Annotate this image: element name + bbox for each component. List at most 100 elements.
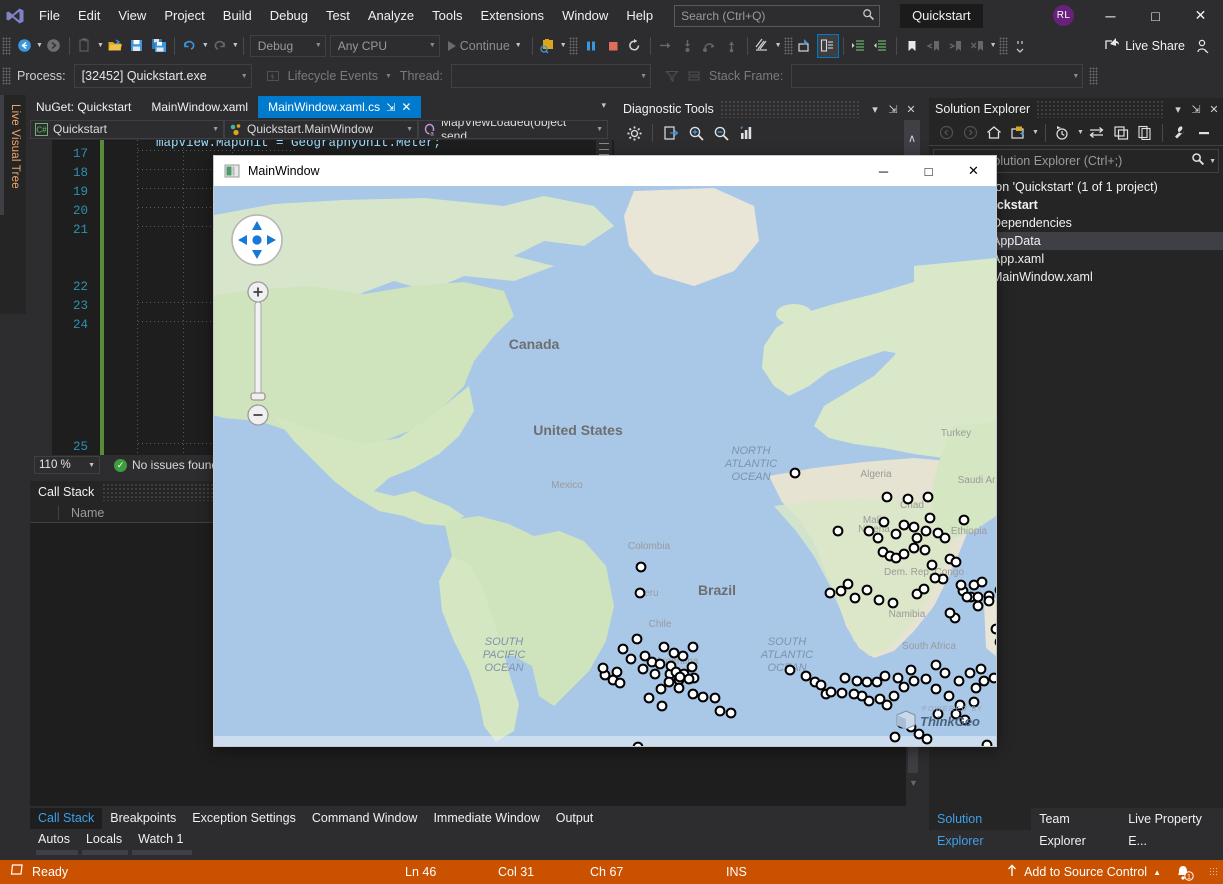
map-marker[interactable] [658,702,667,711]
map-marker[interactable] [844,580,853,589]
pan-compass-icon[interactable] [230,213,284,267]
menu-item-tools[interactable]: Tools [423,0,471,31]
map-marker[interactable] [894,674,903,683]
bookmark-icon[interactable] [901,34,923,58]
chevron-up-icon[interactable]: ▲ [1153,868,1161,877]
notifications-button[interactable]: 1 [1173,863,1195,881]
map-marker[interactable] [920,585,929,594]
map-marker[interactable] [826,589,835,598]
editor-zoom-select[interactable]: 110 % ▼ [34,456,100,474]
map-marker[interactable] [955,677,964,686]
map-marker[interactable] [978,578,987,587]
sync-with-active-document-icon[interactable] [1086,121,1108,145]
pending-changes-icon[interactable] [1007,121,1029,145]
map-marker[interactable] [786,666,795,675]
navbar-type-select[interactable]: Quickstart.MainWindow ▼ [224,120,418,139]
map-marker[interactable] [665,678,674,687]
menu-item-edit[interactable]: Edit [69,0,109,31]
redo-dropdown[interactable]: ▼ [232,42,239,49]
map-marker[interactable] [922,527,931,536]
menu-item-window[interactable]: Window [553,0,617,31]
menu-item-build[interactable]: Build [214,0,261,31]
tab-breakpoints[interactable]: Breakpoints [102,808,184,829]
map-marker[interactable] [926,514,935,523]
main-window-close-button[interactable]: ✕ [951,156,996,186]
continue-dropdown[interactable]: ▼ [515,42,522,49]
map-marker[interactable] [863,586,872,595]
map-marker[interactable] [960,516,969,525]
map-marker[interactable] [627,655,636,664]
build-platform-select[interactable]: Any CPU ▼ [330,35,440,57]
restart-icon[interactable] [624,34,646,58]
map-marker[interactable] [921,546,930,555]
map-marker[interactable] [791,469,800,478]
map-marker[interactable] [817,681,826,690]
map-marker[interactable] [931,574,940,583]
close-button[interactable]: ✕ [1178,0,1223,31]
scroll-down-icon[interactable]: ▼ [909,778,918,788]
map-marker[interactable] [922,675,931,684]
pause-icon[interactable] [580,34,602,58]
map-marker[interactable] [616,679,625,688]
gear-icon[interactable] [623,121,645,145]
map-marker[interactable] [874,534,883,543]
stack-frame-select[interactable]: ▼ [791,64,1083,88]
redo-icon[interactable] [209,34,231,58]
tab-autos[interactable]: Autos [30,829,78,850]
map-marker[interactable] [689,643,698,652]
filter-icon[interactable] [661,64,683,88]
map-marker[interactable] [675,684,684,693]
select-chart-icon[interactable] [735,121,757,145]
main-window-title-bar[interactable]: MainWindow ─ □ ✕ [214,156,996,186]
map-marker[interactable] [945,692,954,701]
map-marker[interactable] [928,561,937,570]
map-marker[interactable] [900,550,909,559]
build-configuration-select[interactable]: Debug ▼ [250,35,326,57]
properties-icon[interactable] [1169,121,1191,145]
map-marker[interactable] [963,593,972,602]
live-share-button[interactable]: Live Share [1098,37,1191,54]
map-marker[interactable] [639,665,648,674]
send-feedback-icon[interactable] [1191,34,1213,58]
close-icon[interactable]: ✕ [902,103,920,116]
map-marker[interactable] [865,527,874,536]
new-project-icon[interactable] [74,34,96,58]
zoom-out-icon[interactable] [710,121,732,145]
pin-icon[interactable]: ⇲ [386,101,395,114]
document-tab-mainwindow-xaml-cs[interactable]: MainWindow.xaml.cs ⇲ ✕ [258,96,421,118]
forward-icon[interactable] [959,121,981,145]
export-icon[interactable] [660,121,682,145]
bookmark-dropdown[interactable]: ▼ [990,42,997,49]
map-marker[interactable] [932,661,941,670]
tab-solution-explorer[interactable]: Solution Explorer [929,808,1031,830]
map-marker[interactable] [972,684,981,693]
previous-bookmark-icon[interactable] [923,34,945,58]
menu-item-test[interactable]: Test [317,0,359,31]
map-marker[interactable] [957,581,966,590]
tab-exception-settings[interactable]: Exception Settings [184,808,304,829]
menu-item-analyze[interactable]: Analyze [359,0,423,31]
map-marker[interactable] [904,495,913,504]
map-marker[interactable] [837,587,846,596]
map-marker[interactable] [980,677,989,686]
map-marker[interactable] [924,493,933,502]
main-window-minimize-button[interactable]: ─ [861,156,906,186]
map-marker[interactable] [941,534,950,543]
next-bookmark-icon[interactable] [945,34,967,58]
map-marker[interactable] [889,599,898,608]
issues-status[interactable]: ✓ No issues found [114,458,218,472]
map-marker[interactable] [613,668,622,677]
map-marker[interactable] [974,602,983,611]
attach-to-process-icon[interactable] [537,34,559,58]
panel-dropdown-icon[interactable]: ▾ [866,103,884,116]
map-marker[interactable] [932,685,941,694]
map-marker[interactable] [974,593,983,602]
map-marker[interactable] [910,544,919,553]
collapse-all-icon[interactable] [1193,121,1215,145]
search-options-dropdown[interactable]: ▼ [1209,158,1216,165]
map-marker[interactable] [645,694,654,703]
map-marker[interactable] [880,518,889,527]
map-marker[interactable] [900,683,909,692]
menu-item-view[interactable]: View [109,0,155,31]
panel-dropdown-icon[interactable]: ▾ [1169,103,1187,116]
